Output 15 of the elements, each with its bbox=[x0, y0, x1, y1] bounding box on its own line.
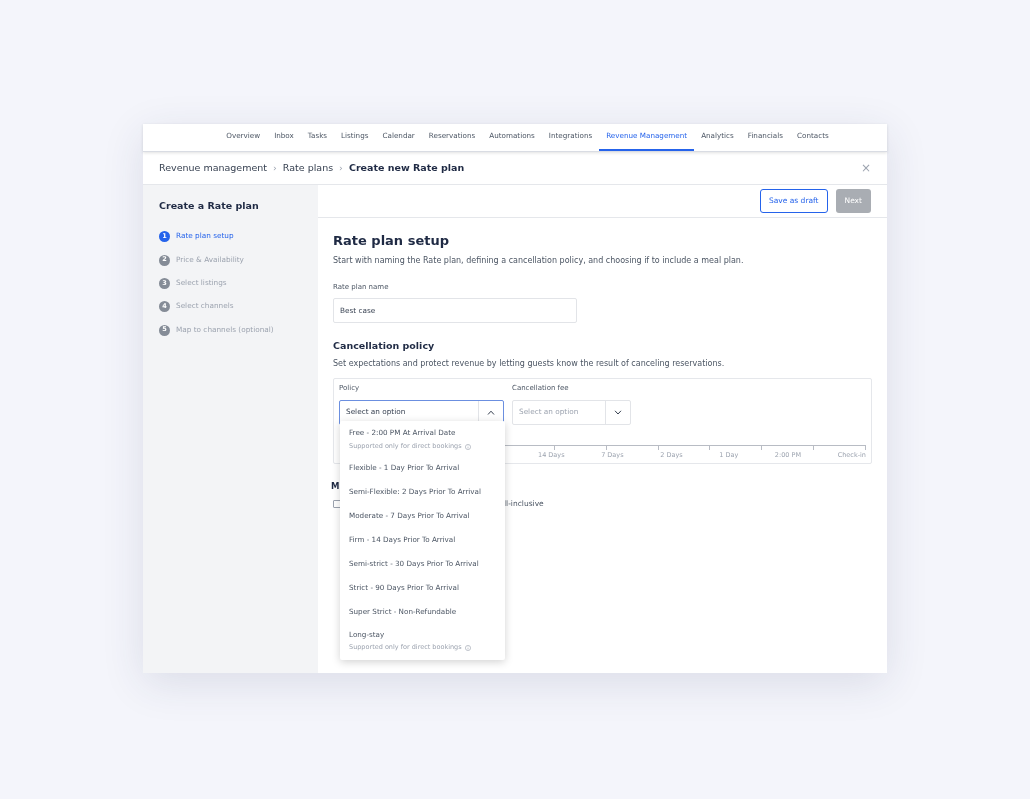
section-title: M bbox=[331, 480, 339, 494]
breadcrumb-separator: › bbox=[273, 160, 277, 175]
section-description: Set expectations and protect revenue by letting guests know the result of canceling reservations. bbox=[333, 358, 726, 371]
chevron-icon bbox=[487, 409, 495, 415]
breadcrumb-link[interactable]: Revenue management bbox=[159, 160, 268, 176]
chevron-icon bbox=[614, 409, 622, 415]
breadcrumb-separator: › bbox=[339, 160, 343, 175]
section-title: Rate plan setup bbox=[333, 233, 450, 249]
breadcrumb-link[interactable]: Rate plans bbox=[282, 160, 334, 176]
breadcrumb-current: Create new Rate plan bbox=[348, 160, 465, 175]
sidebar-title: Create a Rate plan bbox=[159, 199, 260, 213]
info-icon bbox=[464, 645, 471, 652]
section-title: Cancellation policy bbox=[333, 339, 436, 354]
section-description: Start with naming the Rate plan, defining a cancellation policy, and choosing if to include a meal plan. bbox=[333, 254, 745, 267]
info-icon bbox=[464, 443, 471, 450]
